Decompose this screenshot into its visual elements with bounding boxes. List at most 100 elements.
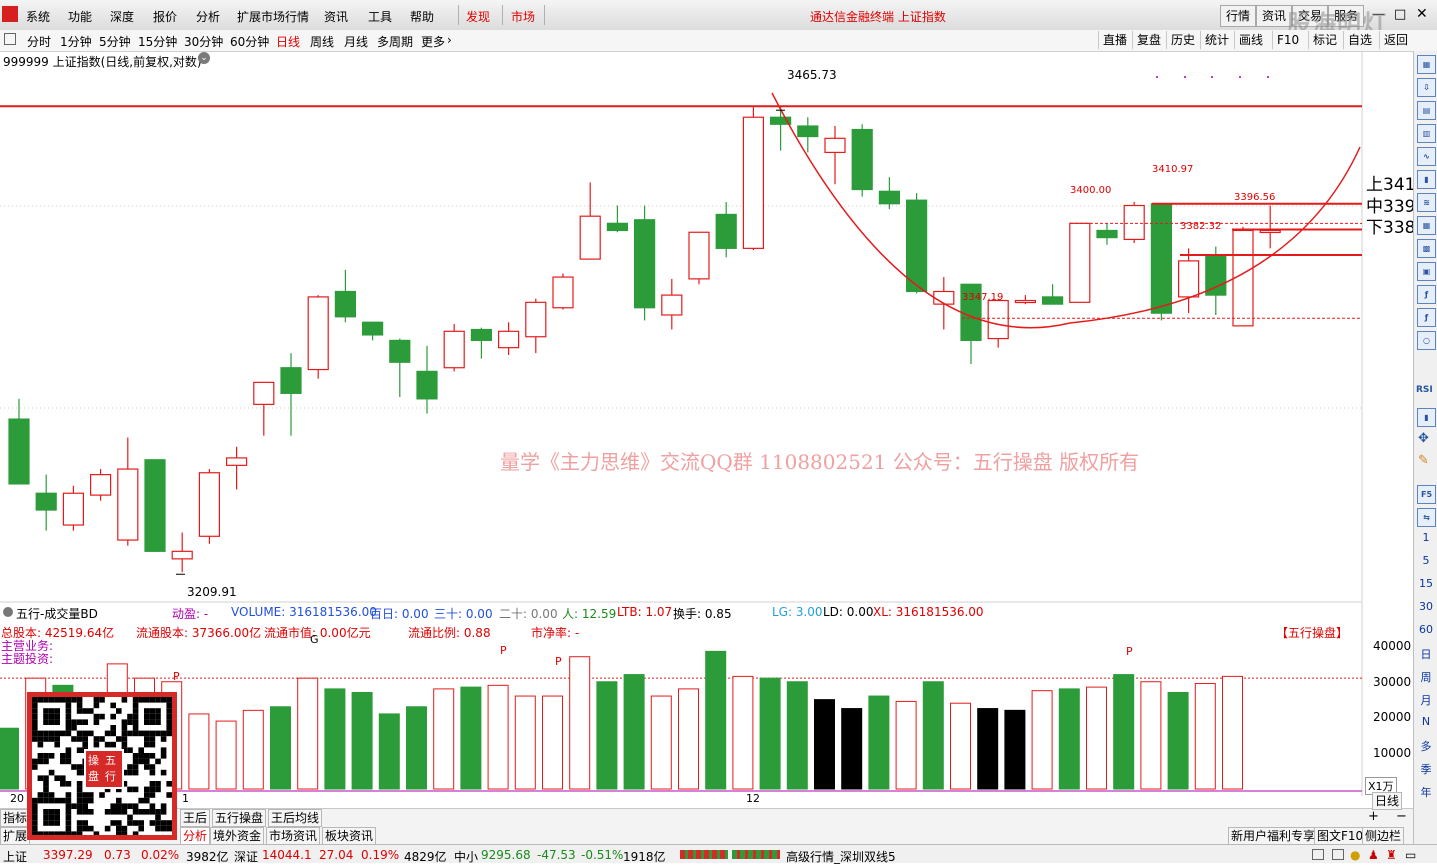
menu-discover[interactable]: 发现	[466, 8, 490, 25]
period-weekly[interactable]: 周线	[310, 33, 334, 50]
menu-market[interactable]: 市场	[511, 8, 535, 25]
menu-tools[interactable]: 工具	[368, 8, 392, 25]
candle	[1096, 223, 1118, 245]
period-daily[interactable]: 日线	[276, 33, 300, 50]
tab-indicator[interactable]: 指标	[0, 809, 31, 827]
tool-mark[interactable]: 标记	[1308, 31, 1341, 49]
maximize-icon[interactable]: □	[1394, 7, 1406, 22]
move-icon[interactable]: ✥	[1418, 431, 1429, 446]
period-btn-day[interactable]: 日	[1414, 646, 1437, 662]
sidebar-icon-8[interactable]: ▦	[1417, 216, 1436, 235]
sidebar-icon-13[interactable]: ○	[1417, 331, 1436, 350]
sidebar-icon-2[interactable]: ⇩	[1417, 78, 1436, 97]
sidebar-icon-15[interactable]: ⇆	[1417, 508, 1436, 527]
period-btn-15[interactable]: 15	[1414, 577, 1437, 590]
status-user-icon[interactable]: ♟	[1368, 848, 1379, 862]
close-icon[interactable]: ✕	[1416, 6, 1428, 22]
tool-back[interactable]: 返回	[1379, 31, 1412, 49]
chevron-right-icon[interactable]: ›	[447, 33, 452, 47]
period-15min[interactable]: 15分钟	[138, 33, 177, 50]
indicator-menu-icon[interactable]	[3, 607, 13, 617]
period-btn-season[interactable]: 季	[1414, 761, 1437, 777]
status-bulb-icon[interactable]: ●	[1350, 848, 1360, 862]
period-btn-5[interactable]: 5	[1414, 554, 1437, 567]
period-monthly[interactable]: 月线	[344, 33, 368, 50]
tool-watchlist[interactable]: 自选	[1343, 31, 1376, 49]
period-60min[interactable]: 60分钟	[230, 33, 269, 50]
period-5min[interactable]: 5分钟	[99, 33, 131, 50]
mark-g: G	[310, 633, 319, 646]
period-btn-1[interactable]: 1	[1414, 531, 1437, 544]
sidebar-icon-4[interactable]: ▥	[1417, 124, 1436, 143]
period-btn-30[interactable]: 30	[1414, 600, 1437, 613]
status-layout-icon[interactable]	[1332, 849, 1344, 860]
tab-sidebar[interactable]: 侧边栏	[1362, 827, 1405, 845]
chart-area[interactable]	[0, 51, 1413, 811]
period-btn-year[interactable]: 年	[1414, 784, 1437, 800]
status-zx-name[interactable]: 中小	[454, 848, 478, 865]
status-window-icon[interactable]	[1312, 849, 1324, 860]
tab-wanghou-ma[interactable]: 王后均线	[268, 809, 323, 827]
sidebar-icon-5[interactable]: ∿	[1417, 147, 1436, 166]
tab-extend[interactable]: 扩展	[0, 827, 31, 845]
sidebar-icon-7[interactable]: ≋	[1417, 193, 1436, 212]
sidebar-f5[interactable]: F5	[1417, 485, 1436, 504]
sidebar-icon-14[interactable]: ▮	[1417, 408, 1436, 427]
period-btn-60[interactable]: 60	[1414, 623, 1437, 636]
status-sz-name[interactable]: 深证	[234, 848, 258, 865]
menu-ext-market[interactable]: 扩展市场行情	[237, 8, 309, 25]
sidebar-icon-12[interactable]: ƒ	[1417, 308, 1436, 327]
sidebar-icon-1[interactable]: ▦	[1417, 55, 1436, 74]
tool-draw[interactable]: 画线	[1234, 31, 1267, 49]
tool-live[interactable]: 直播	[1098, 31, 1131, 49]
tab-daily[interactable]: 日线	[1372, 792, 1403, 810]
menu-function[interactable]: 功能	[68, 8, 92, 25]
tab-wuxing[interactable]: 五行操盘	[212, 809, 267, 827]
status-lock-icon[interactable]: ▭	[1405, 848, 1416, 862]
sidebar-icon-3[interactable]: ▤	[1417, 101, 1436, 120]
sidebar-icon-11[interactable]: ƒ	[1417, 285, 1436, 304]
menu-system[interactable]: 系统	[26, 8, 50, 25]
tab-f10[interactable]: 图文F10	[1314, 827, 1367, 845]
menu-quote[interactable]: 报价	[153, 8, 177, 25]
chevron-down-icon[interactable]: ⌄	[198, 52, 210, 64]
period-multi[interactable]: 多周期	[377, 33, 413, 50]
period-btn-month[interactable]: 月	[1414, 692, 1437, 708]
date-mid: 1	[182, 792, 189, 805]
menu-help[interactable]: 帮助	[410, 8, 434, 25]
panel-toggle-icon[interactable]	[4, 33, 16, 45]
period-30min[interactable]: 30分钟	[184, 33, 223, 50]
period-intraday[interactable]: 分时	[27, 33, 51, 50]
menu-analysis[interactable]: 分析	[196, 8, 220, 25]
tab-wanghou[interactable]: 王后	[180, 809, 211, 827]
plus-icon[interactable]: +	[1368, 809, 1379, 824]
sidebar-icon-6[interactable]: ▮	[1417, 170, 1436, 189]
menu-info[interactable]: 资讯	[324, 8, 348, 25]
sidebar-icon-9[interactable]: ▩	[1417, 239, 1436, 258]
status-sz-price: 14044.1	[262, 848, 312, 862]
sidebar-icon-10[interactable]: ▣	[1417, 262, 1436, 281]
top-btn-market[interactable]: 行情	[1220, 5, 1256, 27]
tab-market-news[interactable]: 市场资讯	[266, 827, 321, 845]
tool-history[interactable]: 历史	[1166, 31, 1199, 49]
tab-sector-news[interactable]: 板块资讯	[322, 827, 377, 845]
candle	[470, 327, 492, 359]
menu-depth[interactable]: 深度	[110, 8, 134, 25]
tool-replay[interactable]: 复盘	[1132, 31, 1165, 49]
mark-p-1: P	[173, 670, 180, 683]
period-btn-n[interactable]: N	[1414, 715, 1437, 728]
sidebar-rsi[interactable]: RSI	[1416, 385, 1433, 395]
minus-icon[interactable]: −	[1396, 809, 1407, 824]
tool-stats[interactable]: 统计	[1200, 31, 1233, 49]
status-sh-name[interactable]: 上证	[3, 848, 27, 865]
tab-analysis[interactable]: 分析	[180, 827, 211, 845]
tab-foreign-funds[interactable]: 境外资金	[210, 827, 265, 845]
tab-newuser[interactable]: 新用户福利专享	[1228, 827, 1319, 845]
period-btn-multi[interactable]: 多	[1414, 738, 1437, 754]
status-alert-icon[interactable]: ♜	[1386, 848, 1397, 862]
pencil-icon[interactable]: ✎	[1418, 453, 1429, 468]
period-btn-week[interactable]: 周	[1414, 669, 1437, 685]
tool-f10[interactable]: F10	[1272, 31, 1303, 49]
period-more[interactable]: 更多	[421, 33, 445, 50]
period-1min[interactable]: 1分钟	[60, 33, 92, 50]
